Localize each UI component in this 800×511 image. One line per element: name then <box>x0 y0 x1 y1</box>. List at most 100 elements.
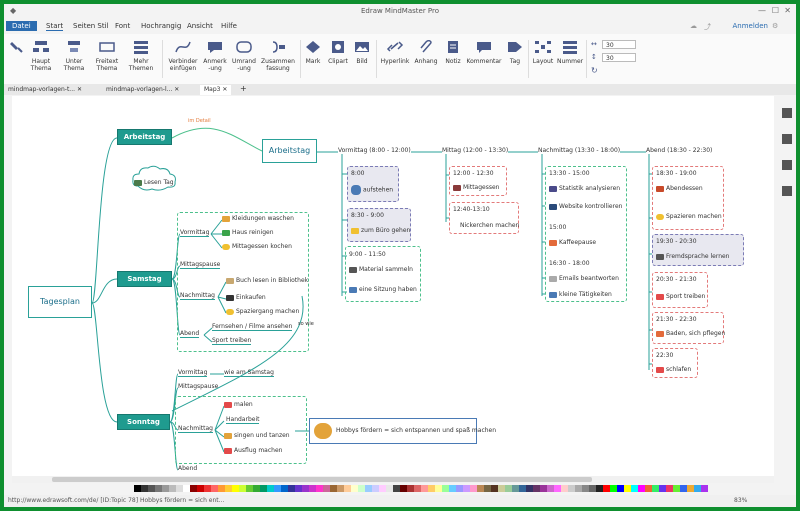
color-swatch[interactable] <box>358 485 365 492</box>
relation-label-so-wie[interactable]: so wie <box>298 321 314 327</box>
color-swatch[interactable] <box>386 485 393 492</box>
color-swatch[interactable] <box>169 485 176 492</box>
color-swatch[interactable] <box>365 485 372 492</box>
color-swatch[interactable] <box>337 485 344 492</box>
minimize-button[interactable]: — <box>758 6 766 15</box>
tab-help[interactable]: Hilfe <box>221 22 237 30</box>
color-swatch[interactable] <box>162 485 169 492</box>
color-swatch[interactable] <box>218 485 225 492</box>
nm-item-5[interactable]: kleine Tätigkeiten <box>549 291 612 298</box>
color-swatch[interactable] <box>638 485 645 492</box>
ab-item-3[interactable]: 19:30 - 20:30 Fremdsprache lernen <box>652 234 744 266</box>
color-swatch[interactable] <box>561 485 568 492</box>
mt-item-2[interactable]: 12:40-13:10 Nickerchen machen <box>449 202 519 234</box>
so-item-malen[interactable]: malen <box>224 401 253 408</box>
sa-abend[interactable]: Abend <box>180 330 200 338</box>
color-swatch[interactable] <box>274 485 281 492</box>
hobby-note[interactable]: Hobbys fördern = sich entspannen und spa… <box>309 418 496 444</box>
color-swatch[interactable] <box>491 485 498 492</box>
color-swatch[interactable] <box>512 485 519 492</box>
nm-item-2[interactable]: Website kontrollieren <box>549 203 622 210</box>
sa-item-einkaufen[interactable]: Einkaufen <box>226 294 266 301</box>
sa-mittagspause[interactable]: Mittagspause <box>180 261 221 269</box>
color-swatch[interactable] <box>673 485 680 492</box>
color-swatch[interactable] <box>372 485 379 492</box>
color-swatch[interactable] <box>225 485 232 492</box>
sa-nachmittag[interactable]: Nachmittag <box>180 292 215 300</box>
sa-item-fernsehen[interactable]: Fernsehen / Filme ansehen <box>212 323 293 331</box>
column-nachmittag[interactable]: Nachmittag (13:30 - 18:00) <box>538 147 621 154</box>
add-tab-button[interactable]: + <box>240 84 247 93</box>
column-vormittag[interactable]: Vormittag (8:00 - 12:00) <box>338 147 411 154</box>
color-swatch[interactable] <box>344 485 351 492</box>
floating-topic-button[interactable]: Freitext Thema <box>92 40 122 72</box>
ab-item-6[interactable]: 22:30 schlafen <box>652 348 698 378</box>
annotation-button[interactable]: Anmerk -ung <box>202 40 228 72</box>
nm-item-3[interactable]: Kaffeepause <box>549 239 596 246</box>
format-painter-button[interactable] <box>8 40 23 58</box>
topic-arbeitstag-detail[interactable]: Arbeitstag <box>262 139 317 163</box>
ab-item-1[interactable]: Abendessen <box>656 185 703 192</box>
sa-item-buch[interactable]: Buch lesen in Bibliothek <box>226 277 308 284</box>
maximize-button[interactable]: ☐ <box>772 6 779 15</box>
ab-item-5[interactable]: 21:30 - 22:30 Baden, sich pflegen <box>652 312 725 344</box>
login-link[interactable]: Anmelden <box>733 22 768 30</box>
comment-button[interactable]: Kommentar <box>466 40 502 65</box>
ab-item-4[interactable]: 20:30 - 21:30 Sport treiben <box>652 272 708 308</box>
color-swatch[interactable] <box>645 485 652 492</box>
color-swatch[interactable] <box>533 485 540 492</box>
mindmap-canvas[interactable]: Tagesplan Arbeitstag im Detail Arbeitsta… <box>12 96 774 483</box>
color-swatch[interactable] <box>253 485 260 492</box>
so-item-handarbeit[interactable]: Handarbeit <box>226 416 260 424</box>
topic-arbeitstag[interactable]: Arbeitstag <box>117 129 172 145</box>
tag-button[interactable]: Tag <box>505 40 525 65</box>
sa-item-sport[interactable]: Sport treiben <box>212 337 252 345</box>
color-swatch[interactable] <box>470 485 477 492</box>
vm-item-4[interactable]: eine Sitzung haben <box>349 286 417 293</box>
color-swatch[interactable] <box>197 485 204 492</box>
sa-item-waschen[interactable]: Kleidungen waschen <box>222 215 294 222</box>
color-swatch[interactable] <box>407 485 414 492</box>
close-button[interactable]: ✕ <box>784 6 791 15</box>
vm-item-2[interactable]: 8:30 - 9:00 zum Büro gehen <box>347 208 411 242</box>
so-item-wie-samstag[interactable]: wie am Samstag <box>224 369 274 377</box>
cloud-icon[interactable]: ☁ <box>690 22 697 30</box>
numbering-button[interactable]: Nummer <box>557 40 583 65</box>
tab-page-style[interactable]: Seiten Stil <box>73 22 109 30</box>
settings-icon[interactable]: ⚙ <box>772 22 778 30</box>
color-swatch[interactable] <box>134 485 141 492</box>
color-swatch[interactable] <box>330 485 337 492</box>
sa-item-reinigen[interactable]: Haus reinigen <box>222 229 274 236</box>
color-swatch[interactable] <box>379 485 386 492</box>
color-swatch[interactable] <box>260 485 267 492</box>
doc-tab-1[interactable]: mindmap-vorlagen-t... ✕ <box>4 85 86 95</box>
color-swatch[interactable] <box>694 485 701 492</box>
color-swatch[interactable] <box>631 485 638 492</box>
sub-topic-button[interactable]: Unter Thema <box>59 40 89 72</box>
color-swatch[interactable] <box>680 485 687 492</box>
attachment-button[interactable]: Anhang <box>413 39 439 65</box>
share-icon[interactable]: ⤴ <box>704 22 711 32</box>
sa-item-kochen[interactable]: Mittagessen kochen <box>222 243 292 250</box>
scroll-handle[interactable] <box>52 477 592 482</box>
color-swatch[interactable] <box>435 485 442 492</box>
topic-samstag[interactable]: Samstag <box>117 271 172 287</box>
tab-file[interactable]: Datei <box>6 21 37 31</box>
color-swatch[interactable] <box>288 485 295 492</box>
vm-item-3[interactable]: Material sammeln <box>349 266 413 273</box>
so-vormittag[interactable]: Vormittag <box>178 369 208 377</box>
color-swatch[interactable] <box>505 485 512 492</box>
color-swatch[interactable] <box>617 485 624 492</box>
mark-button[interactable]: Mark <box>303 40 323 65</box>
horizontal-spacing-input[interactable]: 30 <box>602 40 636 49</box>
color-swatch[interactable] <box>554 485 561 492</box>
so-abend[interactable]: Abend <box>178 465 197 472</box>
color-swatch[interactable] <box>519 485 526 492</box>
format-icon[interactable] <box>782 108 792 118</box>
color-swatch[interactable] <box>204 485 211 492</box>
color-swatch[interactable] <box>239 485 246 492</box>
color-swatch[interactable] <box>666 485 673 492</box>
outline-icon[interactable] <box>782 134 792 144</box>
color-swatch[interactable] <box>659 485 666 492</box>
color-swatch[interactable] <box>687 485 694 492</box>
